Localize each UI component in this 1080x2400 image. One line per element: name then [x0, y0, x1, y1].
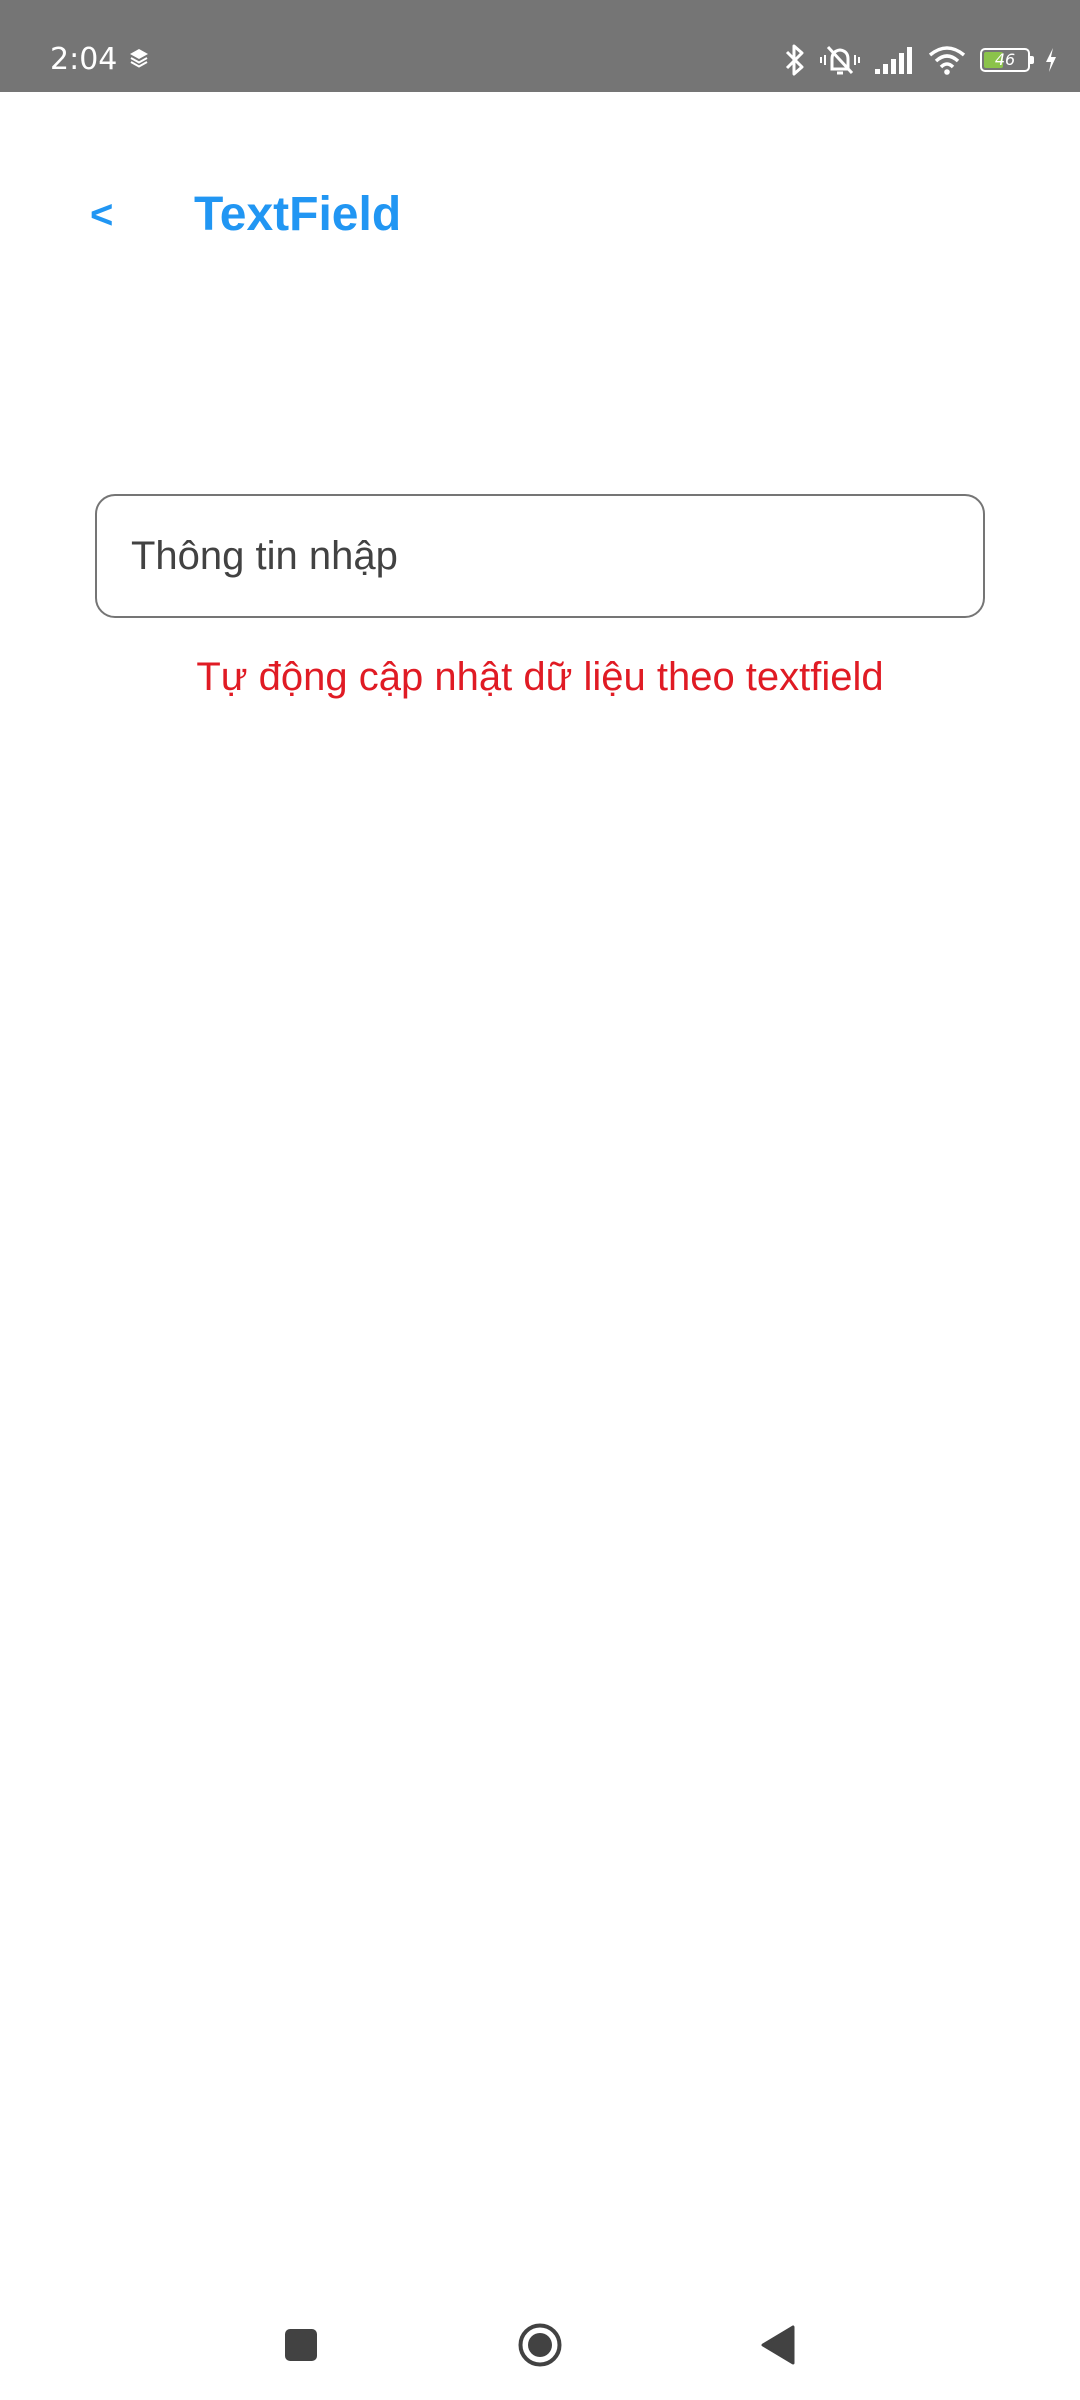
home-button[interactable]	[505, 2310, 575, 2380]
wifi-icon	[928, 46, 966, 75]
status-time: 2:04	[50, 42, 118, 77]
screen: 2:04 46 < TextField Thông tin nhập Tự độ…	[0, 0, 1080, 2400]
navigation-bar	[0, 2290, 1080, 2400]
bluetooth-icon	[785, 44, 804, 76]
signal-icon	[875, 47, 912, 74]
back-button[interactable]: <	[90, 180, 130, 250]
battery-icon: 46	[980, 48, 1034, 72]
nav-back-button[interactable]	[743, 2310, 813, 2380]
auto-update-text: Tự động cập nhật dữ liệu theo textfield	[196, 655, 884, 699]
recents-button[interactable]	[266, 2310, 336, 2380]
layers-icon	[130, 49, 148, 68]
info-input-field[interactable]	[95, 494, 985, 618]
mute-vibrate-icon	[820, 45, 860, 75]
battery-tip	[1030, 56, 1034, 64]
page-title: TextField	[194, 188, 402, 241]
back-triangle-icon	[761, 2325, 795, 2365]
charging-icon	[1046, 48, 1056, 72]
home-circle-icon	[518, 2323, 562, 2367]
battery-level: 46	[994, 50, 1016, 69]
recents-square-icon	[285, 2329, 317, 2361]
status-icons: 46	[784, 42, 1058, 78]
status-bar: 2:04 46	[0, 0, 1080, 92]
